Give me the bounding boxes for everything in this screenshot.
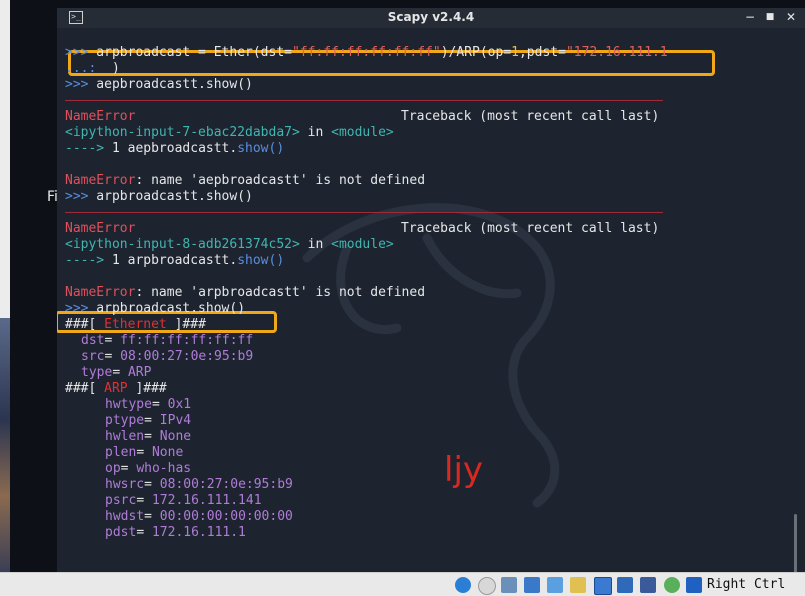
traceback-2-location: <ipython-input-8-adb261374c52> in <modul… xyxy=(65,237,394,252)
handwritten-watermark: ljy xyxy=(444,450,484,490)
command-line-3: >>> arpbroadcastt.show() xyxy=(65,189,253,204)
close-button[interactable]: ✕ xyxy=(784,10,798,24)
audio-icon[interactable] xyxy=(501,577,517,593)
optical-disc-icon[interactable] xyxy=(478,577,496,595)
capture-icon[interactable] xyxy=(664,577,680,593)
display-icon[interactable] xyxy=(594,577,612,595)
traceback-separator-1 xyxy=(65,100,663,101)
traceback-1-arrow-line: ----> 1 aepbroadcastt.show() xyxy=(65,141,285,156)
traceback-1-error: NameError: name 'aepbroadcastt' is not d… xyxy=(65,173,426,188)
traceback-separator-2 xyxy=(65,212,663,213)
traceback-2-header: NameError xyxy=(65,221,136,236)
ethernet-layer-header: ###[ Ethernet ]### xyxy=(65,317,206,332)
arp-field-pdst: pdst= 172.16.111.1 xyxy=(105,525,246,540)
keyboard-capture-icon[interactable] xyxy=(686,577,702,593)
terminal-output[interactable]: >>> arpbroadcast = Ether(dst="ff:ff:ff:f… xyxy=(57,28,805,572)
terminal-scrollbar[interactable] xyxy=(794,514,797,572)
ether-field-dst: dst= ff:ff:ff:ff:ff:ff xyxy=(81,333,254,348)
help-icon[interactable] xyxy=(455,577,471,593)
arp-field-hwsrc: hwsrc= 08:00:27:0e:95:b9 xyxy=(105,477,293,492)
ether-field-type: type= ARP xyxy=(81,365,152,380)
window-titlebar[interactable]: >_ Scapy v2.4.4 − ■ ✕ xyxy=(57,8,805,28)
vm-status-bar: Right Ctrl xyxy=(0,572,805,596)
arp-field-plen: plen= None xyxy=(105,445,184,460)
maximize-button[interactable]: ■ xyxy=(763,10,777,24)
arp-field-hwtype: hwtype= 0x1 xyxy=(105,397,192,412)
command-line-2: >>> aepbroadcastt.show() xyxy=(65,77,253,92)
arp-field-psrc: psrc= 172.16.111.141 xyxy=(105,493,262,508)
scapy-terminal-window[interactable]: >_ Scapy v2.4.4 − ■ ✕ >>> arpbroadcast =… xyxy=(57,8,805,572)
usb-icon[interactable] xyxy=(547,577,563,593)
arp-field-hwdst: hwdst= 00:00:00:00:00:00 xyxy=(105,509,293,524)
vm-icon[interactable] xyxy=(640,577,656,593)
command-line-4: >>> arpbroadcast.show() xyxy=(65,301,246,316)
minimize-button[interactable]: − xyxy=(743,10,757,24)
traceback-2-error: NameError: name 'arpbroadcastt' is not d… xyxy=(65,285,426,300)
traceback-1-title: Traceback (most recent call last) xyxy=(401,109,660,124)
traceback-2-arrow-line: ----> 1 arpbroadcastt.show() xyxy=(65,253,285,268)
traceback-1-header: NameError xyxy=(65,109,136,124)
host-key-label: Right Ctrl xyxy=(707,577,786,592)
arp-field-hwlen: hwlen= None xyxy=(105,429,192,444)
ether-field-src: src= 08:00:27:0e:95:b9 xyxy=(81,349,254,364)
arp-layer-header: ###[ ARP ]### xyxy=(65,381,167,396)
window-title: Scapy v2.4.4 xyxy=(387,10,475,24)
network-icon[interactable] xyxy=(524,577,540,593)
traceback-2-title: Traceback (most recent call last) xyxy=(401,221,660,236)
host-wallpaper-strip xyxy=(0,318,10,572)
continuation-line: ...: ) xyxy=(65,61,120,76)
command-line-1: >>> arpbroadcast = Ether(dst="ff:ff:ff:f… xyxy=(65,45,668,60)
arp-field-ptype: ptype= IPv4 xyxy=(105,413,192,428)
traceback-1-location: <ipython-input-7-ebac22dabda7> in <modul… xyxy=(65,125,394,140)
shared-folder-icon[interactable] xyxy=(570,577,586,593)
arp-field-op: op= who-has xyxy=(105,461,192,476)
recording-icon[interactable] xyxy=(617,577,633,593)
